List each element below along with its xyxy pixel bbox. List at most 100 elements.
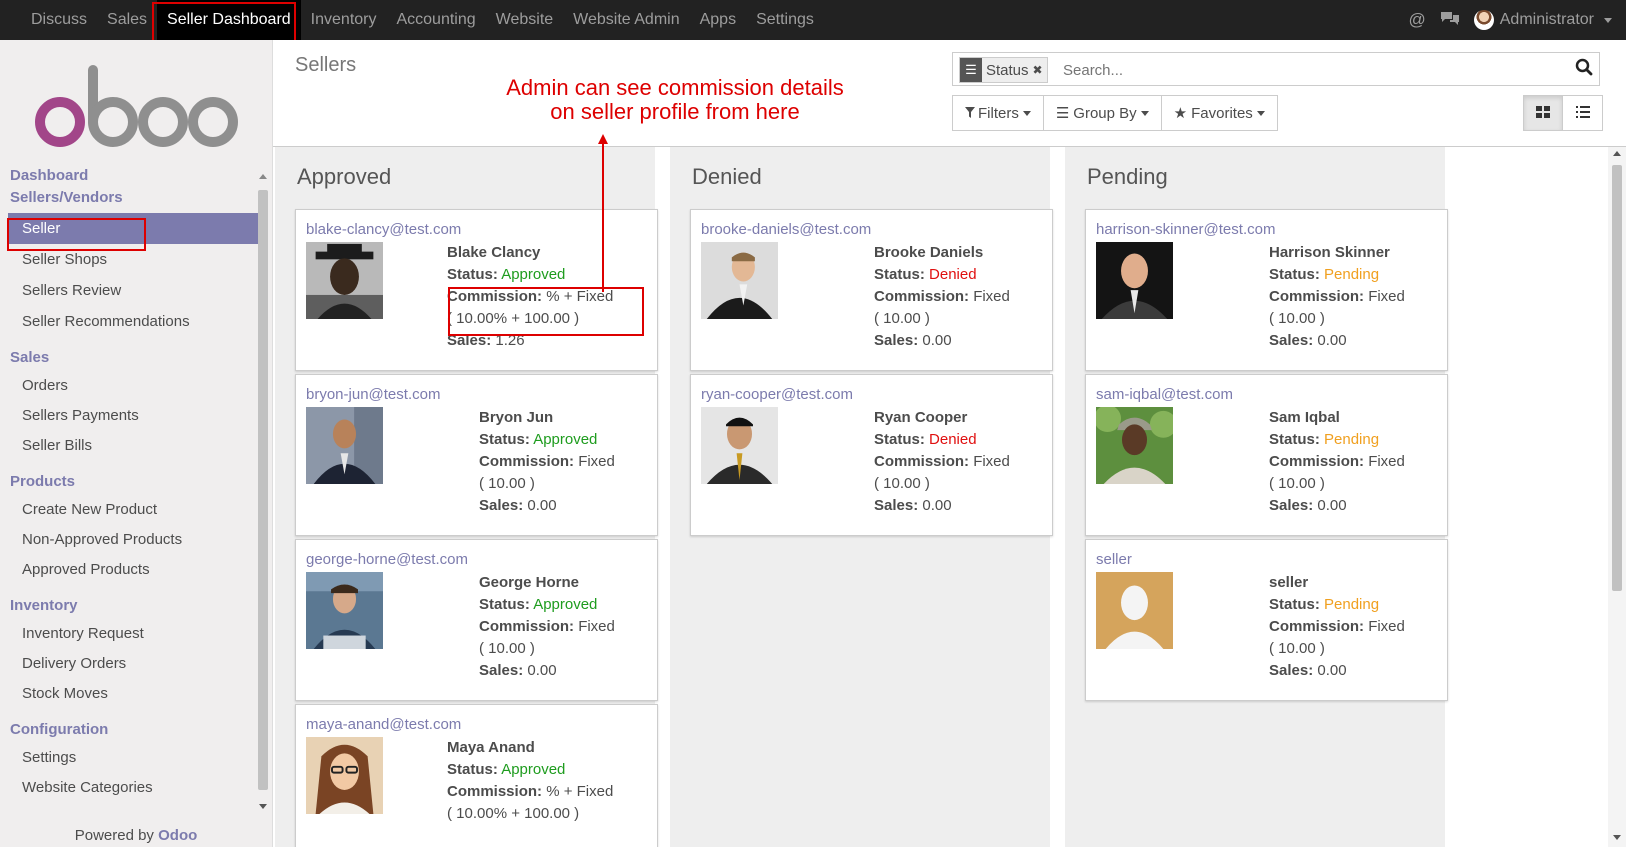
- annotation-line-2: on seller profile from here: [550, 99, 800, 124]
- status-value: Approved: [533, 596, 598, 613]
- seller-email[interactable]: blake-clancy@test.com: [306, 221, 461, 238]
- seller-card[interactable]: harrison-skinner@test.com Harrison Skinn…: [1085, 209, 1448, 371]
- scroll-thumb[interactable]: [258, 190, 268, 790]
- menu-accounting[interactable]: Accounting: [386, 0, 485, 40]
- seller-email[interactable]: george-horne@test.com: [306, 551, 468, 568]
- remove-facet-icon[interactable]: ✖: [1033, 63, 1047, 77]
- page-title[interactable]: Sellers: [295, 54, 356, 77]
- favorites-label: Favorites: [1191, 104, 1253, 122]
- sidebar-item-settings[interactable]: Settings: [0, 743, 258, 773]
- search-box[interactable]: ☰ Status ✖: [952, 52, 1600, 86]
- chevron-down-icon: [1022, 110, 1031, 116]
- commission-type: Fixed: [1368, 453, 1405, 470]
- facet-label: Status: [986, 61, 1029, 79]
- sidebar-item-non-approved-products[interactable]: Non-Approved Products: [0, 525, 258, 555]
- seller-card[interactable]: sam-iqbal@test.com Sam Iqbal Status: Pen…: [1085, 374, 1448, 536]
- sidebar-item-delivery-orders[interactable]: Delivery Orders: [0, 649, 258, 679]
- at-mention-icon[interactable]: @: [1408, 10, 1425, 30]
- menu-settings[interactable]: Settings: [746, 0, 824, 40]
- status-value: Approved: [533, 431, 598, 448]
- status-value: Approved: [501, 266, 566, 283]
- seller-info: seller Status: Pending Commission: Fixed…: [1269, 572, 1405, 682]
- seller-card[interactable]: ryan-cooper@test.com Ryan Cooper Status:…: [690, 374, 1053, 536]
- list-view-button[interactable]: [1563, 95, 1603, 131]
- sidebar-scrollbar[interactable]: [258, 174, 268, 810]
- seller-card[interactable]: maya-anand@test.com Maya Anand Status: A…: [295, 704, 658, 847]
- sidebar-item-seller-recommendations[interactable]: Seller Recommendations: [0, 306, 258, 337]
- sidebar-item-website-categories[interactable]: Website Categories: [0, 773, 258, 803]
- seller-email[interactable]: maya-anand@test.com: [306, 716, 461, 733]
- menu-inventory[interactable]: Inventory: [301, 0, 387, 40]
- menu-sales[interactable]: Sales: [97, 0, 157, 40]
- sidebar-section-configuration[interactable]: Configuration: [0, 719, 258, 741]
- seller-email[interactable]: bryon-jun@test.com: [306, 386, 440, 403]
- column-title[interactable]: Denied: [692, 164, 762, 190]
- favorites-button[interactable]: ★ Favorites: [1161, 95, 1278, 131]
- list-icon: [1575, 105, 1590, 122]
- menu-website[interactable]: Website: [486, 0, 564, 40]
- sidebar-item-inventory-request[interactable]: Inventory Request: [0, 619, 258, 649]
- seller-card[interactable]: seller seller Status: Pending Commission…: [1085, 539, 1448, 701]
- sales-value: 0.00: [922, 332, 952, 349]
- seller-email[interactable]: harrison-skinner@test.com: [1096, 221, 1275, 238]
- seller-card[interactable]: bryon-jun@test.com Bryon Jun Status: App…: [295, 374, 658, 536]
- seller-email[interactable]: brooke-daniels@test.com: [701, 221, 871, 238]
- menu-apps[interactable]: Apps: [690, 0, 746, 40]
- sidebar-item-seller-bills[interactable]: Seller Bills: [0, 431, 258, 461]
- menu-website-admin[interactable]: Website Admin: [563, 0, 689, 40]
- scroll-thumb[interactable]: [1612, 165, 1622, 591]
- main-scrollbar[interactable]: [1608, 147, 1626, 847]
- column-title[interactable]: Pending: [1087, 164, 1168, 190]
- seller-email[interactable]: ryan-cooper@test.com: [701, 386, 853, 403]
- status-value: Approved: [501, 761, 566, 778]
- sidebar-item-sellers-payments[interactable]: Sellers Payments: [0, 401, 258, 431]
- commission-type: Fixed: [973, 288, 1010, 305]
- annotation-line-1: Admin can see commission details: [506, 75, 844, 100]
- sidebar-item-approved-products[interactable]: Approved Products: [0, 555, 258, 585]
- sidebar-item-sellers-review[interactable]: Sellers Review: [0, 275, 258, 306]
- sidebar-section-sales[interactable]: Sales: [0, 347, 258, 369]
- commission-type: Fixed: [973, 453, 1010, 470]
- group-by-button[interactable]: ☰ Group By: [1043, 95, 1162, 131]
- seller-card[interactable]: brooke-daniels@test.com Brooke Daniels S…: [690, 209, 1053, 371]
- annotation-arrow: [598, 134, 608, 292]
- search-icon[interactable]: [1575, 58, 1593, 81]
- powered-by-brand[interactable]: Odoo: [158, 827, 197, 844]
- scroll-up-icon[interactable]: [259, 174, 267, 179]
- kanban-view-button[interactable]: [1523, 95, 1563, 131]
- scroll-up-icon[interactable]: [1613, 151, 1621, 156]
- filters-button[interactable]: Filters: [952, 95, 1044, 131]
- kanban-column-pending: Pending harrison-skinner@test.com Harris…: [1065, 147, 1448, 847]
- status-facet[interactable]: ☰ Status ✖: [959, 57, 1048, 83]
- sidebar-item-orders[interactable]: Orders: [0, 371, 258, 401]
- seller-card[interactable]: george-horne@test.com George Horne Statu…: [295, 539, 658, 701]
- chat-icon[interactable]: [1440, 10, 1460, 30]
- grid-icon: [1536, 105, 1550, 122]
- column-title[interactable]: Approved: [297, 164, 391, 190]
- sales-value: 0.00: [1317, 332, 1347, 349]
- sidebar-dashboard[interactable]: Dashboard: [0, 165, 258, 187]
- sidebar-section-products[interactable]: Products: [0, 471, 258, 493]
- commission-detail: ( 10.00 ): [1269, 640, 1325, 657]
- sidebar-section-inventory[interactable]: Inventory: [0, 595, 258, 617]
- commission-label: Commission:: [874, 453, 970, 470]
- commission-type: % + Fixed: [546, 783, 614, 800]
- seller-email[interactable]: sam-iqbal@test.com: [1096, 386, 1233, 403]
- powered-by-prefix: Powered by: [74, 827, 154, 844]
- sidebar-item-stock-moves[interactable]: Stock Moves: [0, 679, 258, 709]
- commission-type: Fixed: [1368, 288, 1405, 305]
- scroll-down-icon[interactable]: [1613, 835, 1621, 840]
- placeholder-avatar-icon: [1096, 572, 1173, 649]
- seller-photo: [1096, 407, 1173, 484]
- sidebar-sellers-vendors[interactable]: Sellers/Vendors: [0, 187, 258, 209]
- search-input[interactable]: [1061, 57, 1545, 83]
- scroll-down-icon[interactable]: [259, 804, 267, 809]
- sidebar-item-create-new-product[interactable]: Create New Product: [0, 495, 258, 525]
- seller-name: Brooke Daniels: [874, 244, 984, 261]
- seller-email[interactable]: seller: [1096, 551, 1132, 568]
- commission-detail: ( 10.00 ): [1269, 475, 1325, 492]
- commission-detail: ( 10.00 ): [874, 310, 930, 327]
- menu-discuss[interactable]: Discuss: [0, 0, 97, 40]
- highlight-seller-dashboard: [152, 2, 296, 43]
- user-menu[interactable]: Administrator: [1473, 10, 1612, 30]
